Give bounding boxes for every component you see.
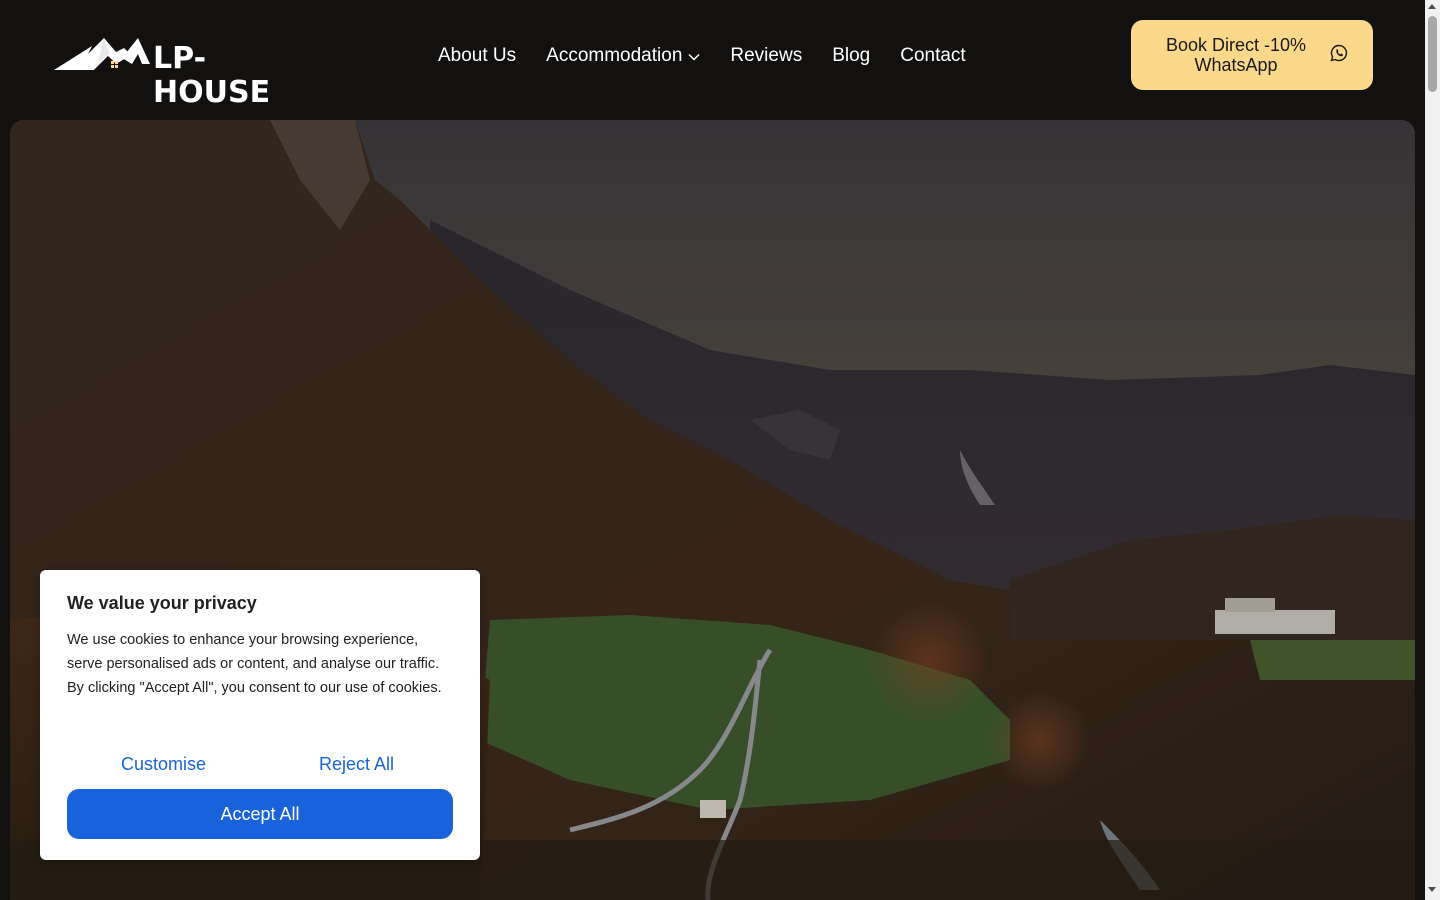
- whatsapp-icon: [1330, 44, 1348, 67]
- nav-reviews[interactable]: Reviews: [730, 45, 802, 67]
- customise-button[interactable]: Customise: [67, 751, 260, 777]
- nav-contact[interactable]: Contact: [900, 45, 965, 67]
- nav-blog[interactable]: Blog: [832, 45, 870, 67]
- site-header: LP-HOUSE About Us Accommodation Reviews …: [0, 0, 1425, 120]
- nav-accommodation[interactable]: Accommodation: [546, 45, 700, 67]
- chevron-down-icon: [688, 45, 700, 67]
- book-direct-whatsapp-button[interactable]: Book Direct -10% WhatsApp: [1131, 20, 1373, 90]
- logo-text: LP-HOUSE: [153, 41, 271, 110]
- reject-all-button[interactable]: Reject All: [260, 751, 453, 777]
- cookie-description: We use cookies to enhance your browsing …: [67, 632, 442, 696]
- scroll-thumb[interactable]: [1428, 16, 1437, 92]
- site-logo[interactable]: LP-HOUSE: [54, 34, 299, 110]
- scrollbar[interactable]: [1425, 0, 1440, 900]
- scroll-down-arrow-icon[interactable]: [1428, 887, 1436, 892]
- cookie-secondary-actions: Customise Reject All: [67, 751, 453, 777]
- scroll-up-arrow-icon[interactable]: [1428, 4, 1436, 9]
- cookie-title: We value your privacy: [67, 593, 257, 613]
- main-nav: About Us Accommodation Reviews Blog Cont…: [438, 44, 996, 68]
- nav-accommodation-label: Accommodation: [546, 45, 683, 66]
- accept-all-button[interactable]: Accept All: [67, 789, 453, 839]
- nav-about-us[interactable]: About Us: [438, 45, 516, 67]
- cookie-consent-banner: We value your privacy We use cookies to …: [40, 570, 480, 860]
- book-direct-label: Book Direct -10% WhatsApp: [1165, 35, 1307, 75]
- mountain-logo-icon: [54, 38, 150, 70]
